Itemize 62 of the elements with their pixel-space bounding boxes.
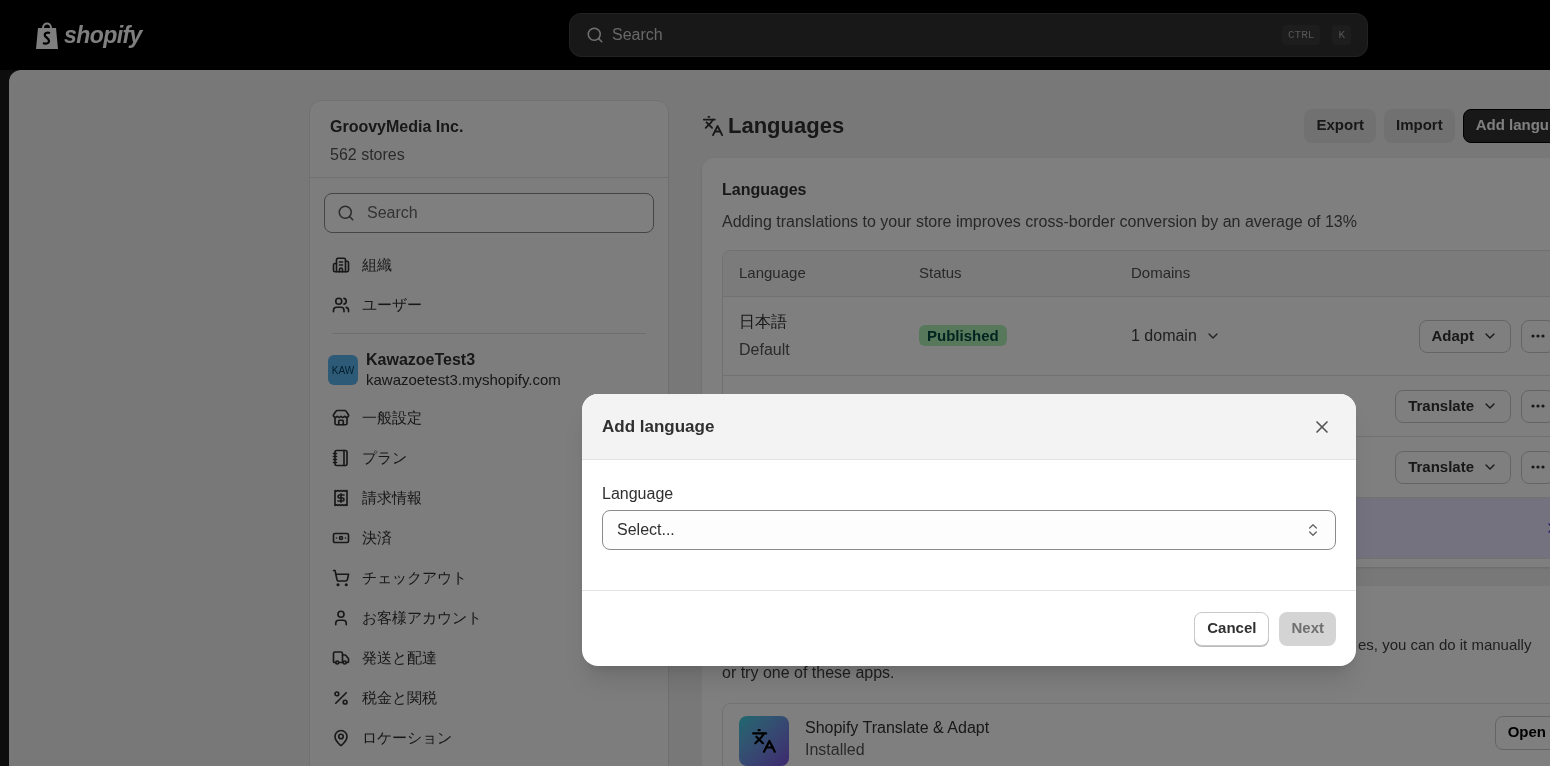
modal-title: Add language [602,415,715,438]
building-icon [332,256,350,274]
store-domain: kawazoetest3.myshopify.com [366,370,561,390]
column-header: Status [919,263,963,284]
notebook-icon [332,449,350,467]
nav-item[interactable]: 税金と関税 [324,678,654,718]
search-field[interactable]: Search [324,193,654,233]
language-select[interactable]: Select... [602,510,1336,550]
apps-description: or try one of these apps. [722,662,896,683]
language-note: Default [739,340,791,360]
nav-item[interactable]: チェックアウト [324,558,654,598]
receipt-icon [332,489,350,507]
store-icon [332,409,350,427]
action-button[interactable]: Export [1304,108,1376,143]
row-action-button[interactable]: Translate [1395,450,1511,484]
more-icon [1531,404,1545,408]
page-title: Languages [728,112,845,140]
nav-item[interactable]: お客様アカウント [324,598,654,638]
nav-item[interactable]: ユーザー [324,285,654,325]
open-button[interactable]: Open [1494,715,1550,750]
card-title: Languages [722,180,808,200]
translate-icon [702,114,724,137]
shopping-bag-icon [34,20,60,50]
nav-item[interactable]: プラン [324,438,654,478]
user-icon [332,609,350,627]
action-button[interactable]: Add langu [1462,108,1550,143]
percent-icon [332,689,350,707]
nav-item[interactable]: 発送と配達 [324,638,654,678]
map-pin-icon [332,729,350,747]
store-count: 562 stores [330,145,406,165]
action-button[interactable]: Import [1384,108,1455,143]
status-badge: Published [919,325,1007,346]
language-name: 日本語 [739,312,788,332]
more-icon [1531,465,1545,469]
nav-item[interactable]: ロケーション [324,718,654,758]
domains-dropdown[interactable]: 1 domain [1131,324,1221,348]
more-button[interactable] [1521,319,1550,353]
users-icon [332,296,350,314]
row-action-button[interactable]: Adapt [1418,319,1511,353]
organization-name: GroovyMedia Inc. [330,117,465,137]
key-cap: CTRL [1282,24,1321,46]
store-name[interactable]: KawazoeTest3 [366,350,561,370]
column-header: Language [739,263,807,284]
nav-item[interactable]: 組織 [324,245,654,285]
translate-icon [751,727,777,754]
store-avatar: KAW [328,355,358,385]
cancel-button[interactable]: Cancel [1194,611,1270,646]
search-icon [586,26,604,44]
apps-description: es, you can do it manually [1358,635,1533,655]
logo[interactable]: shopify [64,17,142,53]
truck-icon [332,649,350,667]
app-name: Shopify Translate & Adapt [805,717,991,738]
more-button[interactable] [1521,450,1550,484]
more-icon [1531,334,1545,338]
more-button[interactable] [1521,389,1550,423]
column-header: Domains [1131,263,1191,284]
card-description: Adding translations to your store improves cross-border conversion by an average of 13% [722,212,1358,232]
row-action-button[interactable]: Translate [1395,389,1511,423]
search-icon [337,204,355,222]
field-label: Language [602,485,674,502]
cart-icon [332,569,350,587]
app-status: Installed [805,739,866,760]
